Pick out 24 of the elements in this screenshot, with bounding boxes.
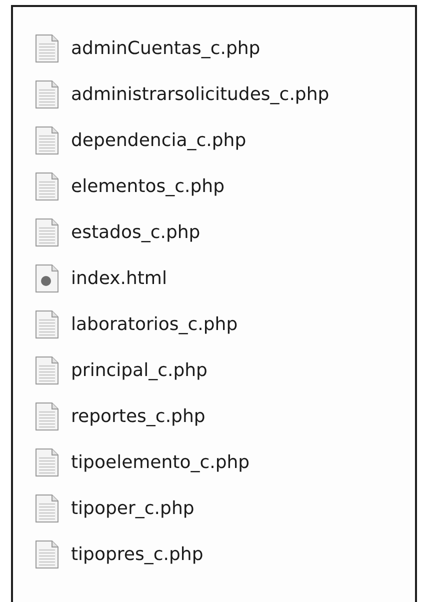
- file-name[interactable]: adminCuentas_c.php: [71, 38, 260, 58]
- file-name[interactable]: laboratorios_c.php: [71, 314, 238, 334]
- document-icon: [35, 494, 59, 522]
- file-name[interactable]: dependencia_c.php: [71, 130, 246, 150]
- document-icon: [35, 126, 59, 154]
- file-name[interactable]: tipoelemento_c.php: [71, 452, 250, 472]
- document-icon: [35, 34, 59, 62]
- document-icon: [35, 402, 59, 430]
- file-name[interactable]: reportes_c.php: [71, 406, 206, 426]
- file-name[interactable]: estados_c.php: [71, 222, 200, 242]
- document-icon: [35, 80, 59, 108]
- document-icon: [35, 448, 59, 476]
- file-name[interactable]: elementos_c.php: [71, 176, 224, 196]
- document-icon: [35, 218, 59, 246]
- document-icon: [35, 540, 59, 568]
- file-name[interactable]: index.html: [71, 268, 167, 288]
- document-icon: [35, 310, 59, 338]
- file-name[interactable]: tipopres_c.php: [71, 544, 204, 564]
- web-document-icon: [35, 264, 59, 292]
- file-name[interactable]: tipoper_c.php: [71, 498, 194, 518]
- document-icon: [35, 172, 59, 200]
- document-icon: [35, 356, 59, 384]
- file-name[interactable]: principal_c.php: [71, 360, 208, 380]
- file-name[interactable]: administrarsolicitudes_c.php: [71, 84, 330, 104]
